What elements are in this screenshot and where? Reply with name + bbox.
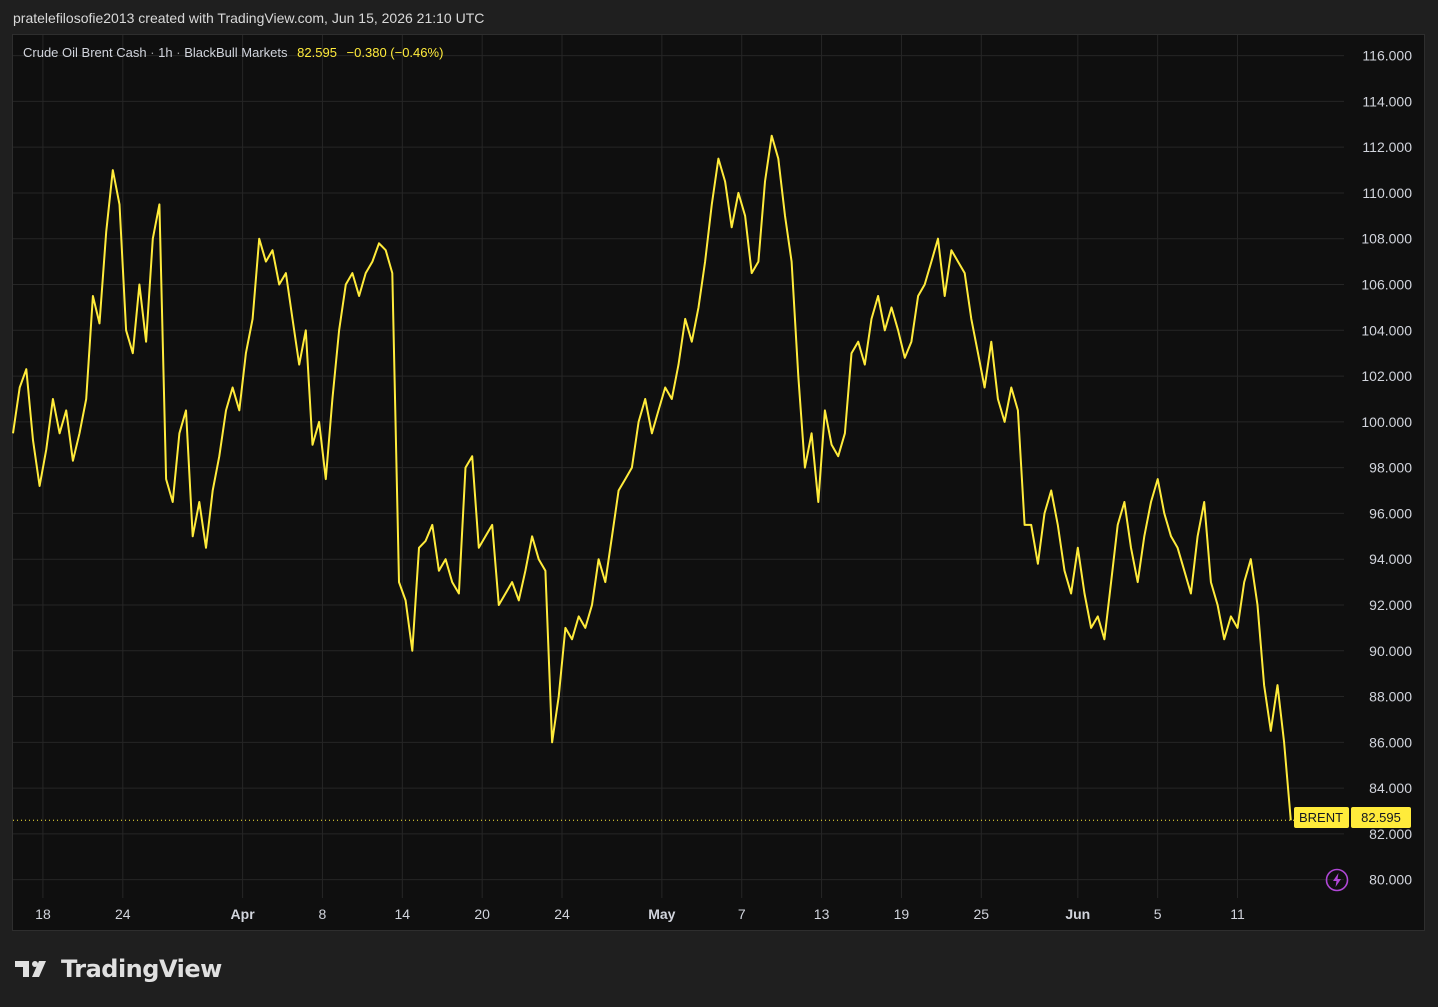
y-axis-ticks: 116.000 114.000 112.000 110.000 108.000 106.0… xyxy=(1361,48,1412,888)
x-tick-label: 25 xyxy=(974,906,990,922)
x-tick-label: 11 xyxy=(1230,906,1245,922)
x-tick-label: 5 xyxy=(1154,906,1162,922)
x-tick-label: 24 xyxy=(115,906,131,922)
y-tick-label: 110.000 xyxy=(1362,185,1412,201)
x-tick-label: Apr xyxy=(231,906,256,922)
y-tick-label: 92.000 xyxy=(1369,597,1412,613)
chart-legend: Crude Oil Brent Cash · 1h · BlackBull Ma… xyxy=(23,45,443,60)
y-tick-label: 106.000 xyxy=(1361,277,1412,293)
y-tick-label: 84.000 xyxy=(1369,780,1412,796)
price-label-value: 82.595 xyxy=(1361,810,1401,825)
x-tick-label: 8 xyxy=(319,906,327,922)
y-tick-label: 102.000 xyxy=(1361,368,1412,384)
x-tick-label: 18 xyxy=(35,906,51,922)
y-tick-label: 112.000 xyxy=(1362,139,1412,155)
y-tick-label: 108.000 xyxy=(1361,231,1412,247)
x-axis-ticks: 18 24 Apr 8 14 20 24 May 7 13 19 25 Jun 5 11 xyxy=(35,906,1245,922)
y-tick-label: 94.000 xyxy=(1369,551,1412,567)
tradingview-logo-text: TradingView xyxy=(61,955,222,983)
x-tick-label: Jun xyxy=(1065,906,1090,922)
tradingview-logo-icon xyxy=(15,961,46,977)
x-tick-label: May xyxy=(648,906,675,922)
y-tick-label: 116.000 xyxy=(1362,48,1412,64)
legend-interval: 1h xyxy=(158,45,173,60)
y-tick-label: 88.000 xyxy=(1369,689,1412,705)
tradingview-logo[interactable]: TradingView xyxy=(15,955,222,983)
legend-broker: BlackBull Markets xyxy=(184,45,288,60)
legend-symbol: Crude Oil Brent Cash xyxy=(23,45,147,60)
y-tick-label: 114.000 xyxy=(1362,93,1412,109)
y-tick-label: 96.000 xyxy=(1369,505,1412,521)
grid-layer xyxy=(13,35,1344,898)
x-tick-label: 24 xyxy=(554,906,570,922)
y-tick-label: 100.000 xyxy=(1361,414,1412,430)
lightning-bolt-icon[interactable] xyxy=(1325,868,1349,892)
x-tick-label: 19 xyxy=(894,906,910,922)
y-tick-label: 104.000 xyxy=(1361,322,1412,338)
legend-change: −0.380 (−0.46%) xyxy=(346,45,444,60)
y-tick-label: 90.000 xyxy=(1369,643,1412,659)
x-tick-label: 20 xyxy=(474,906,490,922)
price-label-symbol: BRENT xyxy=(1299,810,1343,825)
legend-dot-2: · xyxy=(176,45,181,60)
y-tick-label: 98.000 xyxy=(1369,460,1412,476)
y-tick-label: 80.000 xyxy=(1369,872,1412,888)
legend-dot-1: · xyxy=(150,45,155,60)
price-label: BRENT 82.595 xyxy=(1294,807,1411,828)
price-chart[interactable]: 116.000 114.000 112.000 110.000 108.000 106.0… xyxy=(0,0,1438,1007)
legend-last-value: 82.595 xyxy=(297,45,337,60)
root: pratelefilosofie2013 created with Tradin… xyxy=(0,0,1438,1007)
x-tick-label: 13 xyxy=(814,906,830,922)
x-tick-label: 7 xyxy=(738,906,746,922)
x-tick-label: 14 xyxy=(395,906,411,922)
y-tick-label: 82.000 xyxy=(1369,826,1412,842)
y-tick-label: 86.000 xyxy=(1369,734,1412,750)
